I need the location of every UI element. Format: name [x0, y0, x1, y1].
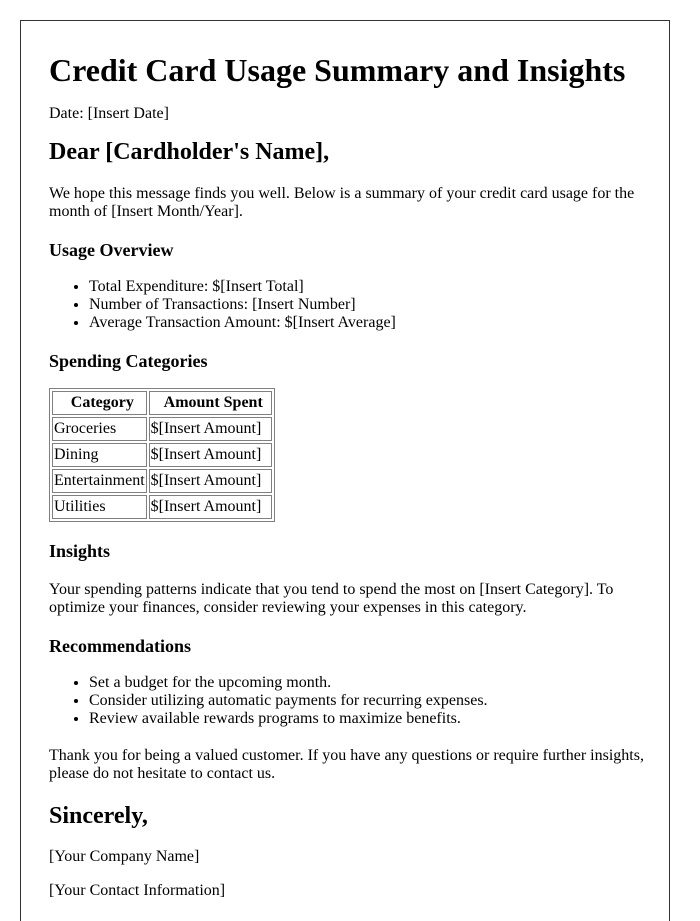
category-cell: Utilities: [52, 495, 147, 519]
spending-categories-heading: Spending Categories: [49, 351, 208, 371]
salutation: Dear [Cardholder's Name],: [49, 139, 330, 165]
table-row: Groceries $[Insert Amount]: [52, 417, 272, 441]
insights-paragraph: Your spending patterns indicate that you…: [49, 581, 614, 616]
column-header-category: Category: [52, 391, 147, 415]
amount-cell: $[Insert Amount]: [148, 495, 272, 519]
amount-cell: $[Insert Amount]: [148, 417, 272, 441]
insights-heading: Insights: [49, 541, 111, 561]
spending-table: Category Amount Spent Groceries $[Insert…: [49, 388, 275, 522]
amount-cell: $[Insert Amount]: [148, 469, 272, 493]
table-header-row: Category Amount Spent: [52, 391, 272, 415]
date-line: Date: [Insert Date]: [49, 105, 169, 122]
column-header-amount: Amount Spent: [148, 391, 272, 415]
amount-cell: $[Insert Amount]: [148, 443, 272, 467]
contact-information: [Your Contact Information]: [49, 882, 226, 899]
document-title: Credit Card Usage Summary and Insights: [49, 52, 626, 88]
list-item: Consider utilizing automatic payments fo…: [89, 692, 649, 710]
list-item: Set a budget for the upcoming month.: [89, 674, 649, 692]
recommendations-heading: Recommendations: [49, 636, 191, 656]
intro-paragraph: We hope this message finds you well. Bel…: [49, 185, 635, 220]
list-item: Average Transaction Amount: $[Insert Ave…: [89, 314, 649, 332]
closing-paragraph: Thank you for being a valued customer. I…: [49, 747, 644, 782]
category-cell: Dining: [52, 443, 147, 467]
table-row: Utilities $[Insert Amount]: [52, 495, 272, 519]
category-cell: Groceries: [52, 417, 147, 441]
recommendations-list: Set a budget for the upcoming month. Con…: [49, 674, 649, 728]
signoff: Sincerely,: [49, 803, 148, 829]
list-item: Review available rewards programs to max…: [89, 710, 649, 728]
category-cell: Entertainment: [52, 469, 147, 493]
usage-overview-heading: Usage Overview: [49, 240, 174, 260]
company-name: [Your Company Name]: [49, 848, 200, 865]
list-item: Total Expenditure: $[Insert Total]: [89, 278, 649, 296]
usage-overview-list: Total Expenditure: $[Insert Total] Numbe…: [49, 278, 649, 332]
letter-page: Credit Card Usage Summary and Insights D…: [20, 20, 670, 921]
table-row: Dining $[Insert Amount]: [52, 443, 272, 467]
table-row: Entertainment $[Insert Amount]: [52, 469, 272, 493]
list-item: Number of Transactions: [Insert Number]: [89, 296, 649, 314]
